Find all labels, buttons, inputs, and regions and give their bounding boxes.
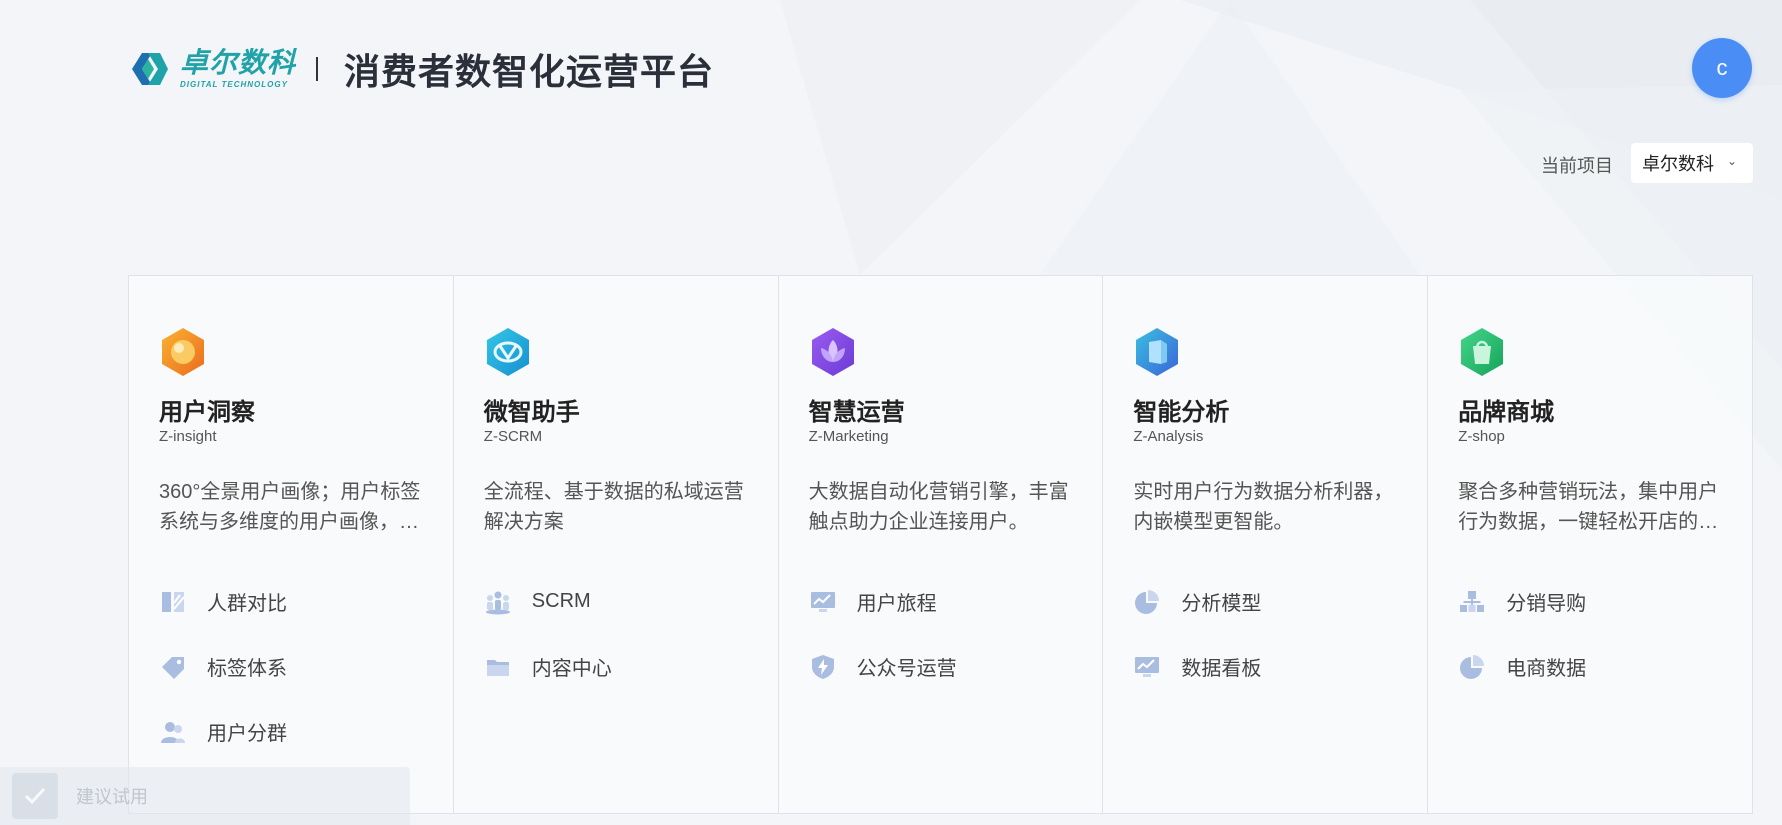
card-links: 人群对比 标签体系 用户分群 (159, 569, 287, 764)
link-label: 用户旅程 (856, 593, 937, 615)
logo-en: DIGITAL TECHNOLOGY (180, 80, 288, 89)
card-subtitle: Z-SCRM (483, 428, 543, 445)
card-smart-analysis[interactable]: 智能分析 Z-Analysis 实时用户行为数据分析利器，内嵌模型更智能。 分析… (1103, 276, 1429, 813)
card-title: 智能分析 (1133, 399, 1230, 426)
card-description: 聚合多种营销玩法，集中用户行为数据，一键轻松开店的商城系统 (1458, 481, 1719, 533)
card-description: 大数据自动化营销引擎，丰富触点助力企业连接用户。 (808, 481, 1069, 533)
link-label: 标签体系 (207, 658, 287, 680)
link-official-account[interactable]: 公众号运营 (809, 634, 957, 699)
monitor-chart-icon (809, 588, 837, 616)
link-tag-system[interactable]: 标签体系 (159, 634, 287, 699)
link-label: 内容中心 (531, 658, 612, 680)
link-label: 人群对比 (207, 593, 287, 615)
header: 卓尔数科 DIGITAL TECHNOLOGY 消费者数智化运营平台 c (0, 0, 1782, 140)
card-title: 微智助手 (483, 399, 580, 426)
link-label: SCRM (531, 590, 591, 612)
card-title: 品牌商城 (1458, 399, 1555, 426)
chevron-down-icon: ⌄ (1726, 154, 1737, 168)
card-links: SCRM 内容中心 (484, 569, 612, 699)
lotus-icon (811, 328, 854, 376)
card-user-insight[interactable]: 用户洞察 Z-insight 360°全景用户画像；用户标签系统与多维度的用户画… (129, 276, 454, 813)
card-smart-operation[interactable]: 智慧运营 Z-Marketing 大数据自动化营销引擎，丰富触点助力企业连接用户… (779, 276, 1104, 813)
analysis-cube-icon (1136, 328, 1179, 376)
shield-bolt-icon (809, 653, 837, 681)
toast-text: 建议试用 (76, 787, 148, 807)
link-distribution-guide[interactable]: 分销导购 (1458, 569, 1586, 634)
link-label: 公众号运营 (856, 658, 957, 680)
page-title: 消费者数智化运营平台 (344, 51, 715, 92)
card-wechat-assistant[interactable]: 微智助手 Z-SCRM 全流程、基于数据的私域运营解决方案 SCRM 内容中心 (454, 276, 779, 813)
brand-logo[interactable]: 卓尔数科 DIGITAL TECHNOLOGY 消费者数智化运营平台 (128, 43, 714, 95)
link-user-journey[interactable]: 用户旅程 (809, 569, 957, 634)
card-subtitle: Z-shop (1458, 428, 1505, 445)
card-description: 360°全景用户画像；用户标签系统与多维度的用户画像，帮助企业了解用户 (159, 481, 421, 533)
monitor-chart-icon (1133, 653, 1161, 681)
link-label: 用户分群 (207, 723, 287, 745)
card-links: 分销导购 电商数据 (1458, 569, 1586, 699)
users-icon (159, 718, 187, 746)
compare-icon (159, 588, 187, 616)
hierarchy-icon (1458, 588, 1486, 616)
link-label: 分销导购 (1506, 593, 1587, 615)
link-crowd-compare[interactable]: 人群对比 (159, 569, 287, 634)
card-subtitle: Z-Marketing (808, 428, 889, 445)
card-links: 分析模型 数据看板 (1133, 569, 1261, 699)
card-description: 实时用户行为数据分析利器，内嵌模型更智能。 (1133, 481, 1394, 533)
link-label: 电商数据 (1506, 658, 1587, 680)
title-divider (316, 57, 319, 81)
tag-icon (159, 653, 187, 681)
card-description: 全流程、基于数据的私域运营解决方案 (483, 481, 744, 533)
pie-chart-icon (1458, 653, 1486, 681)
wechat-assistant-icon (486, 328, 529, 376)
link-label: 数据看板 (1181, 658, 1262, 680)
card-subtitle: Z-Analysis (1133, 428, 1204, 445)
link-scrm[interactable]: SCRM (484, 569, 612, 634)
group-icon (484, 588, 512, 616)
link-user-segment[interactable]: 用户分群 (159, 699, 287, 764)
user-avatar[interactable]: c (1692, 38, 1752, 98)
card-links: 用户旅程 公众号运营 (809, 569, 957, 699)
project-select[interactable]: 卓尔数科 ⌄ (1631, 143, 1753, 183)
link-analysis-model[interactable]: 分析模型 (1133, 569, 1261, 634)
logo-text: 卓尔数科 DIGITAL TECHNOLOGY (180, 48, 296, 90)
link-ecommerce-data[interactable]: 电商数据 (1458, 634, 1586, 699)
link-content-center[interactable]: 内容中心 (484, 634, 612, 699)
card-brand-mall[interactable]: 品牌商城 Z-shop 聚合多种营销玩法，集中用户行为数据，一键轻松开店的商城系… (1428, 276, 1752, 813)
folder-icon (484, 653, 512, 681)
pie-chart-icon (1133, 588, 1161, 616)
trial-toast[interactable]: 建议试用 (0, 767, 410, 825)
link-data-board[interactable]: 数据看板 (1133, 634, 1261, 699)
orange-sphere-icon (162, 328, 204, 376)
card-title: 用户洞察 (159, 399, 255, 426)
project-select-value: 卓尔数科 (1642, 154, 1714, 174)
shopping-bag-icon (1461, 328, 1504, 376)
check-icon (12, 773, 58, 819)
card-title: 智慧运营 (808, 399, 905, 426)
product-cards: 用户洞察 Z-insight 360°全景用户画像；用户标签系统与多维度的用户画… (128, 275, 1753, 814)
logo-cn: 卓尔数科 (180, 47, 297, 78)
current-project-label: 当前项目 (1541, 156, 1613, 176)
card-subtitle: Z-insight (159, 428, 217, 445)
logo-mark-icon (132, 53, 168, 85)
link-label: 分析模型 (1181, 593, 1262, 615)
